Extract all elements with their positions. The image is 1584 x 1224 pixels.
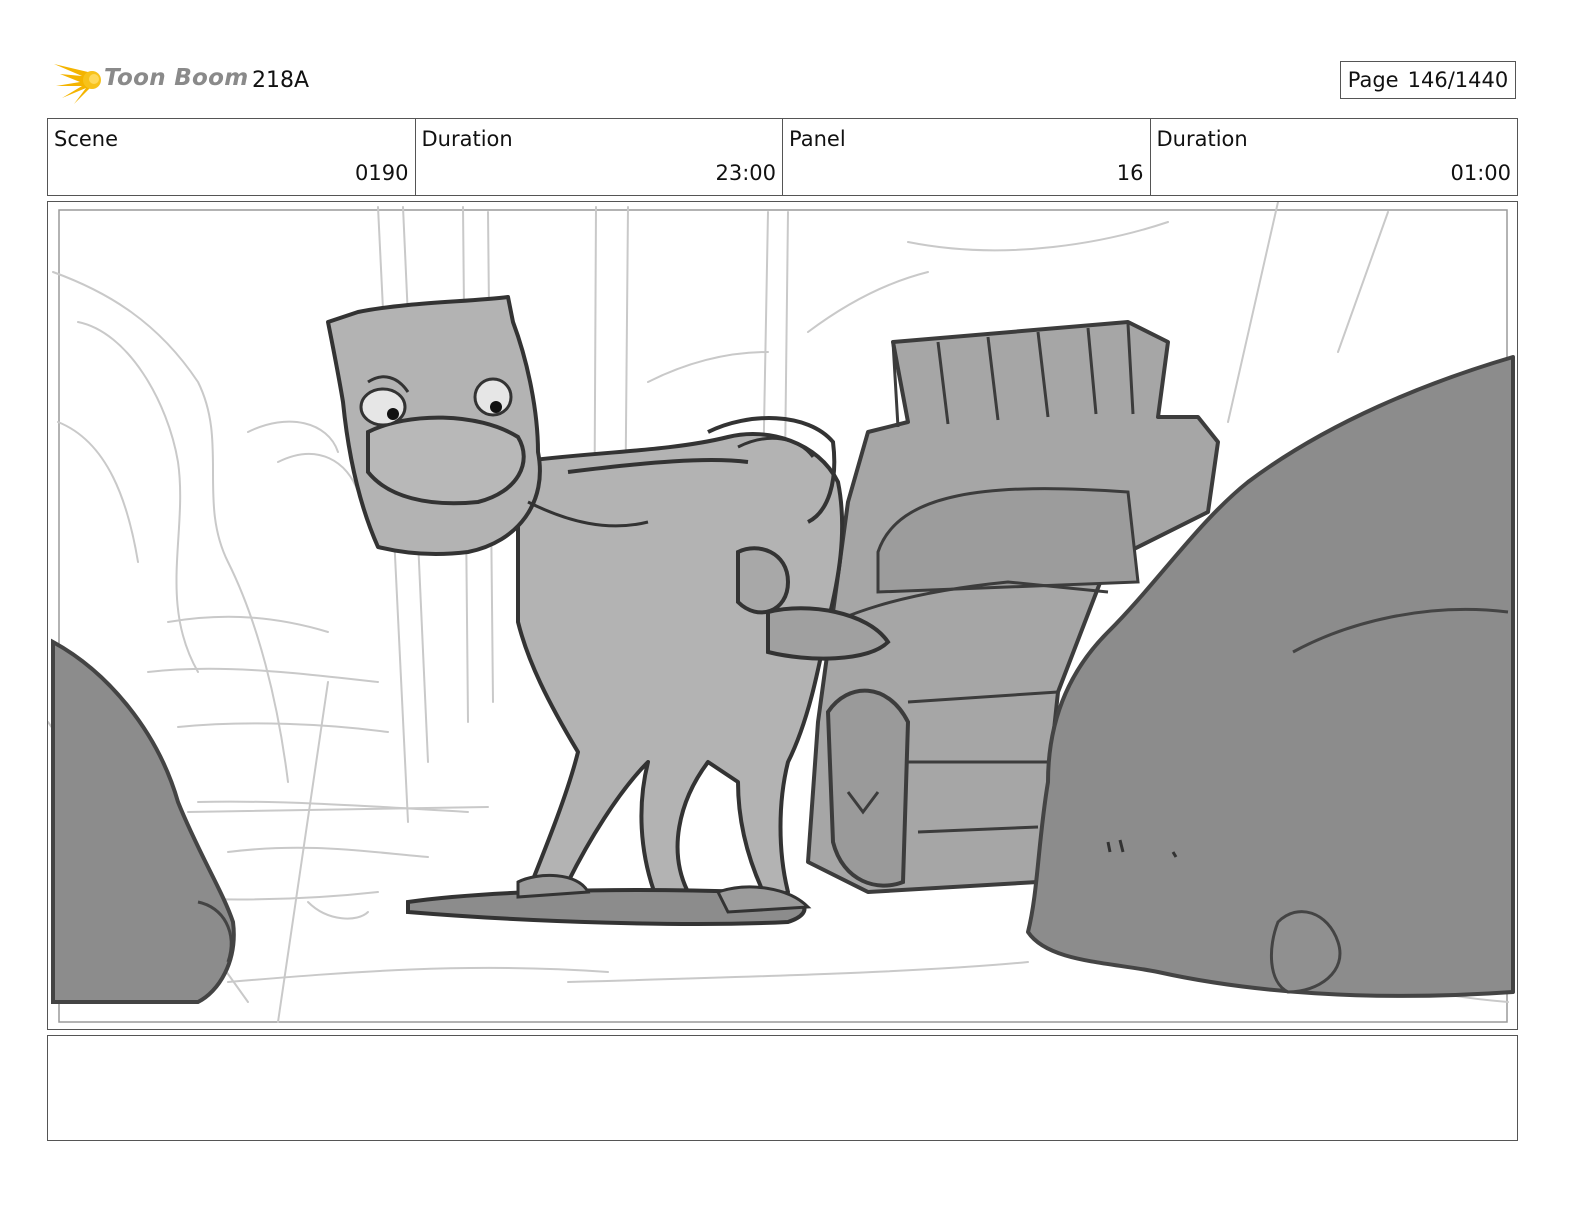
panel-duration-label: Duration <box>1156 127 1248 151</box>
panel-duration-value: 01:00 <box>1450 161 1511 185</box>
scene-label: Scene <box>54 127 119 151</box>
panel-duration-cell: Duration 01:00 <box>1151 119 1518 195</box>
starburst-icon <box>54 64 101 104</box>
scene-info-table: Scene 0190 Duration 23:00 Panel 16 Durat… <box>47 118 1518 196</box>
scene-duration-cell: Duration 23:00 <box>416 119 783 195</box>
scene-value: 0190 <box>355 161 409 185</box>
panel-sketch-drawing <box>48 202 1515 1023</box>
page-number: 146/1440 <box>1407 68 1509 92</box>
panel-label: Panel <box>789 127 846 151</box>
episode-code: 218A <box>252 68 310 93</box>
storyboard-panel <box>47 201 1518 1030</box>
brand-name: Toon Boom <box>104 65 249 91</box>
toon-boom-logo: Toon Boom <box>52 56 248 106</box>
scene-duration-label: Duration <box>421 127 513 151</box>
scene-duration-value: 23:00 <box>715 161 776 185</box>
panel-value: 16 <box>1116 161 1144 185</box>
page-indicator: Page 146/1440 <box>1340 61 1516 99</box>
scene-cell: Scene 0190 <box>48 119 416 195</box>
panel-notes-box <box>47 1035 1518 1141</box>
page-label: Page <box>1347 68 1399 92</box>
panel-cell: Panel 16 <box>783 119 1151 195</box>
